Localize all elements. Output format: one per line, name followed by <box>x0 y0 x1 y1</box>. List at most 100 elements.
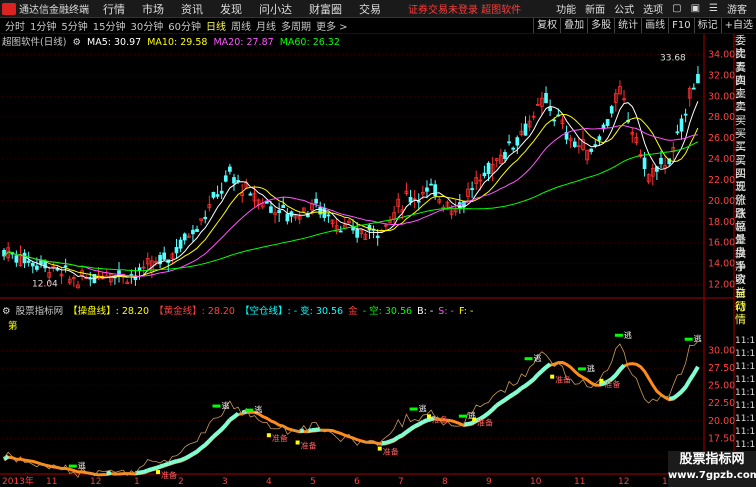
indicator-tick-label: 30.00 <box>708 346 735 357</box>
hold-segment <box>536 369 544 377</box>
candle-body <box>22 252 27 264</box>
time-tick-label: 12 <box>90 477 101 487</box>
hold-segment <box>163 461 169 468</box>
time-tick-label: 2 <box>178 477 184 487</box>
hold-segment <box>672 393 679 400</box>
candle-body <box>232 177 236 184</box>
candle-body <box>63 265 68 268</box>
hold-marker <box>156 470 161 475</box>
time-label-0: 11:1 <box>735 336 756 346</box>
price-tick-label: 14.00 <box>708 259 735 270</box>
price-trace <box>3 341 699 479</box>
escape-label: 逃 <box>624 330 632 340</box>
candle-body <box>642 157 647 170</box>
ind-item-3: 【空仓线】: - 变: 30.56 <box>240 306 344 317</box>
time-label-1: 11:1 <box>735 349 756 359</box>
indicator-gear-icon[interactable]: ⚙ <box>2 306 11 317</box>
candle-body <box>326 214 331 217</box>
escape-marker <box>245 408 254 412</box>
candle-body <box>486 162 491 174</box>
candle-body <box>593 144 598 147</box>
candle-body <box>433 184 438 197</box>
hold-label: 准备 <box>604 379 620 389</box>
candle-body <box>605 119 610 126</box>
chart-canvas[interactable]: 34.00 32.00 30.00 28.00 26.00 24.00 22.00 20.00… <box>0 0 756 487</box>
sidebar-label-15: 外盘 <box>735 233 746 260</box>
candle-body <box>174 247 179 254</box>
ind-item-2: 【黄金线】: 28.20 <box>154 306 235 317</box>
time-tick-label: 11 <box>574 477 585 487</box>
ind-item-0: 股票指标网 <box>15 306 64 317</box>
hold-marker <box>427 414 432 419</box>
site-watermark: 股票指标网 www.7gpzb.com <box>668 451 756 487</box>
indicator-tick-label: 17.50 <box>708 433 735 444</box>
candle-body <box>589 148 594 152</box>
hold-segment <box>683 379 692 389</box>
time-tick-label: 2013年 <box>2 475 34 487</box>
sidebar-label-10: 买五 <box>735 166 746 193</box>
hold-segment <box>171 459 178 465</box>
escape-marker <box>409 407 418 411</box>
sidebar-label-14: 总量 <box>735 220 746 247</box>
ind-item-1: 【操盘线】: 28.20 <box>68 306 150 317</box>
hold-segment <box>142 468 149 474</box>
candle-body <box>223 175 228 182</box>
hold-segment <box>392 435 400 442</box>
time-label-6: 11:1 <box>735 414 756 424</box>
candle-body <box>548 107 552 111</box>
price-tick-label: 18.00 <box>708 217 735 228</box>
hold-marker <box>550 374 555 379</box>
ind-item-8: F: - <box>459 306 474 317</box>
hold-segment <box>405 427 412 434</box>
hold-label: 准备 <box>161 470 177 480</box>
candle-body <box>507 141 511 144</box>
candle-body <box>26 260 31 263</box>
hold-segment <box>212 431 219 439</box>
candle-body <box>117 270 121 277</box>
time-tick-label: 1 <box>662 477 668 487</box>
candle-body <box>659 157 663 165</box>
candle-body <box>318 207 323 215</box>
candle-body <box>215 194 220 197</box>
hold-label: 准备 <box>432 414 448 424</box>
hold-segment <box>106 470 112 476</box>
price-tick-label: 26.00 <box>708 133 735 144</box>
hold-segment <box>467 421 473 426</box>
hold-segment <box>688 372 696 382</box>
hold-segment <box>167 460 174 466</box>
sidebar-label-17: 净资 <box>735 260 746 287</box>
hold-label: 准备 <box>477 418 493 428</box>
candle-body <box>457 202 462 210</box>
time-tick-label: 7 <box>398 477 404 487</box>
escape-marker <box>684 337 693 341</box>
candle-body <box>269 206 273 213</box>
hold-segment <box>507 392 515 399</box>
escape-label: 逃 <box>222 401 230 411</box>
time-tick-label: 9 <box>486 477 492 487</box>
sidebar-label-11: 现价 <box>735 180 746 207</box>
hold-segment <box>139 469 144 475</box>
hold-marker <box>295 440 300 445</box>
hold-segment <box>614 368 622 377</box>
hold-segment <box>216 427 223 435</box>
sidebar-label-9: 买四 <box>735 153 746 180</box>
hold-segment <box>155 464 161 470</box>
candle-body <box>679 118 684 132</box>
candle-body <box>281 204 286 208</box>
price-tick-label: 16.00 <box>708 238 735 249</box>
sidebar-label-5: 卖一 <box>735 100 746 127</box>
candle-body <box>228 166 232 172</box>
candle-body <box>692 87 696 90</box>
candle-body <box>503 151 507 160</box>
escape-marker <box>524 357 533 361</box>
hold-segment <box>147 467 153 473</box>
candle-body <box>470 188 474 190</box>
hold-segment <box>540 365 548 373</box>
hold-segment <box>495 400 503 407</box>
time-tick-label: 12 <box>618 477 629 487</box>
ma20-line <box>3 125 698 277</box>
candle-body <box>375 235 380 238</box>
escape-label: 逃 <box>694 334 702 344</box>
hold-marker <box>377 446 382 451</box>
candle-body <box>416 200 421 203</box>
